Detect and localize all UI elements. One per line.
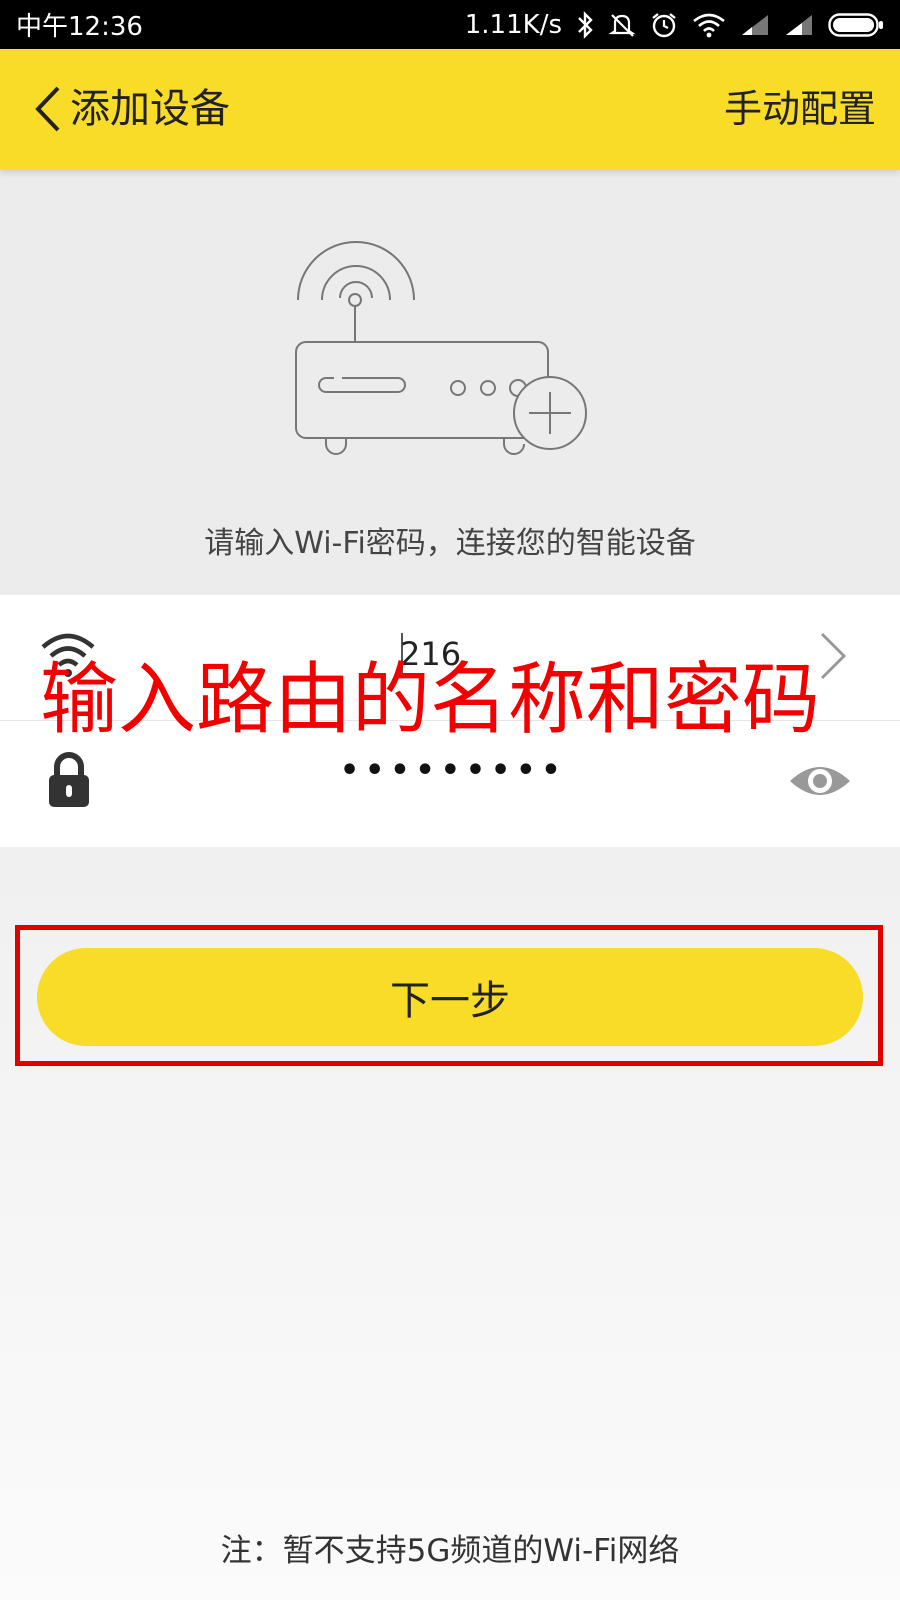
signal-icon-2 <box>786 14 812 35</box>
annotation-text: 输入路由的名称和密码 <box>40 655 821 745</box>
network-speed: 1.11K/s <box>464 9 562 40</box>
chevron-left-icon <box>35 86 60 132</box>
lock-icon <box>49 752 89 807</box>
chevron-right-icon[interactable] <box>818 631 848 681</box>
router-illustration <box>295 241 587 455</box>
bluetooth-icon <box>578 10 593 39</box>
annotation-highlight-box <box>15 925 883 1066</box>
mute-bell-icon <box>608 13 636 37</box>
status-time: 中午12:36 <box>16 12 143 42</box>
instruction-text: 请输入Wi-Fi密码，连接您的智能设备 <box>204 526 696 561</box>
battery-icon <box>828 12 883 37</box>
app-bar: 添加设备 手动配置 <box>0 49 900 170</box>
alarm-icon <box>652 12 676 37</box>
password-input[interactable]: ••••••••• <box>340 749 567 793</box>
wifi-status-icon <box>693 13 725 37</box>
footer-note: 注：暂不支持5G频道的Wi-Fi网络 <box>220 1533 680 1569</box>
signal-icon-1 <box>742 14 768 35</box>
eye-icon[interactable] <box>788 761 852 801</box>
page-title: 添加设备 <box>70 86 230 132</box>
status-bar: 中午12:36 1.11K/s <box>0 0 900 49</box>
status-icons: 1.11K/s <box>465 10 884 40</box>
manual-config-button[interactable]: 手动配置 <box>724 83 876 135</box>
back-button[interactable] <box>22 79 72 139</box>
